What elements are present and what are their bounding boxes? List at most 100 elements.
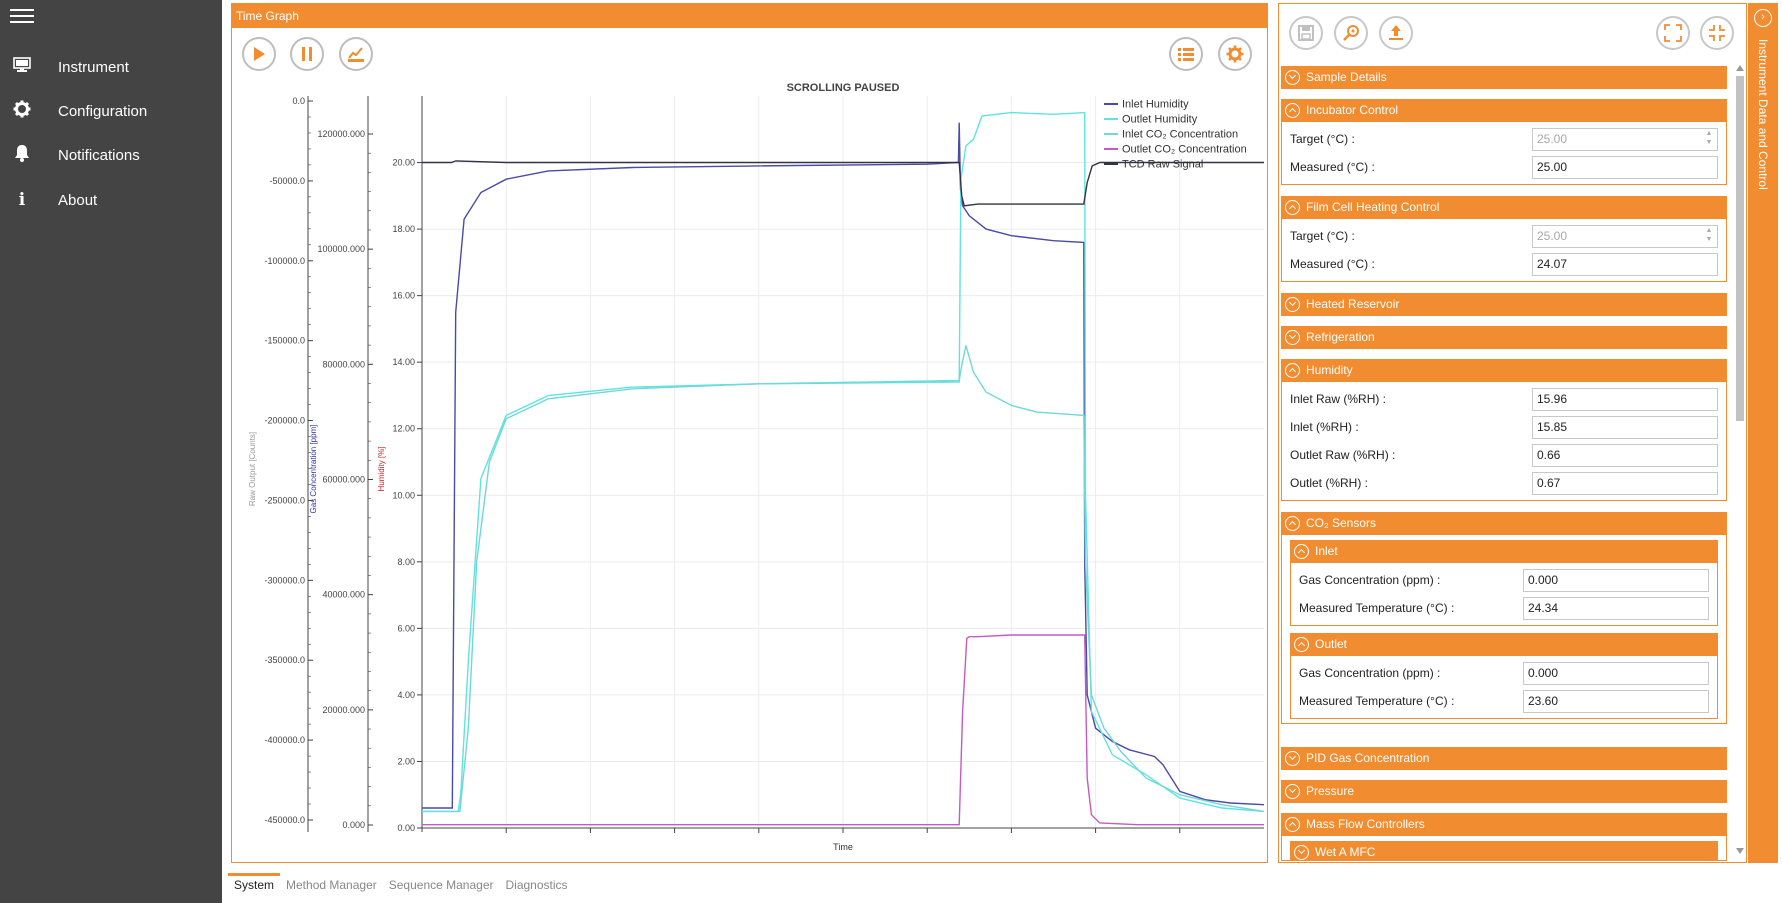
co2-outlet-gas-row: Gas Concentration (ppm) :0.000 xyxy=(1291,659,1717,687)
chevron-right-icon[interactable]: › xyxy=(1754,9,1772,27)
tab-method-manager[interactable]: Method Manager xyxy=(280,873,383,897)
section-header[interactable]: Heated Reservoir xyxy=(1281,293,1727,316)
section-heated-reservoir: Heated Reservoir xyxy=(1281,293,1727,316)
section-header[interactable]: Film Cell Heating Control xyxy=(1281,196,1727,219)
collapse-icon xyxy=(1709,25,1725,41)
section-header[interactable]: Pressure xyxy=(1281,780,1727,803)
tick-label: 100000.000 xyxy=(317,244,365,254)
section-header[interactable]: Sample Details xyxy=(1281,66,1727,89)
film-cell-target-input[interactable]: 25.00 ▲ ▼ xyxy=(1532,224,1718,248)
bell-icon xyxy=(10,144,34,167)
section-pressure: Pressure xyxy=(1281,780,1727,803)
collapse-all-button[interactable] xyxy=(1700,16,1734,50)
tick-label: 12.00 xyxy=(392,424,415,434)
legend-label: Inlet Humidity xyxy=(1122,99,1189,111)
tick-label: 8.00 xyxy=(397,557,415,567)
tick-label: 60000.000 xyxy=(322,475,365,485)
bottom-tab-bar: System Method Manager Sequence Manager D… xyxy=(228,873,574,897)
monitor-icon xyxy=(10,56,34,78)
tick-label: -450000.0 xyxy=(264,815,305,825)
incubator-target-input[interactable]: 25.00 ▲ ▼ xyxy=(1532,127,1718,151)
section-mass-flow-controllers: Mass Flow Controllers Wet A MFC xyxy=(1281,813,1727,861)
tick-label: 10.00 xyxy=(392,490,415,500)
time-graph-chart: SCROLLING PAUSED 0.0 -50000.0 -100000.0 -150… xyxy=(248,82,1265,852)
upload-icon xyxy=(1389,25,1403,40)
co2-outlet-temp-field: 23.60 xyxy=(1523,689,1709,713)
save-button[interactable] xyxy=(1289,16,1323,50)
section-header[interactable]: CO₂ Sensors xyxy=(1281,512,1727,535)
section-header[interactable]: Humidity xyxy=(1281,359,1727,382)
upload-button[interactable] xyxy=(1379,16,1413,50)
export-graph-button[interactable] xyxy=(339,37,373,71)
tick-label: 6.00 xyxy=(397,623,415,633)
incubator-target-row: Target (°C) : 25.00 ▲ ▼ xyxy=(1282,125,1726,153)
film-cell-measured-field: 24.07 xyxy=(1532,252,1718,276)
nav-item-configuration[interactable]: Configuration xyxy=(0,91,222,131)
list-view-button[interactable] xyxy=(1169,37,1203,71)
section-header[interactable]: Mass Flow Controllers xyxy=(1281,813,1727,836)
legend-label: TCD Raw Signal xyxy=(1122,159,1203,171)
section-co2-sensors: CO₂ Sensors Inlet Gas Concentration (ppm… xyxy=(1281,512,1727,724)
co2-inlet-gas-row: Gas Concentration (ppm) :0.000 xyxy=(1291,566,1717,594)
humidity-value-field: 15.96 xyxy=(1532,387,1718,411)
co2-outlet-gas-field: 0.000 xyxy=(1523,661,1709,685)
hamburger-menu-icon[interactable] xyxy=(10,6,34,24)
search-button[interactable] xyxy=(1334,16,1368,50)
nav-item-about[interactable]: i About xyxy=(0,180,222,220)
data-panel-scrollbar[interactable] xyxy=(1734,62,1746,858)
section-humidity: Humidity Inlet Raw (%RH) :15.96 Inlet (%… xyxy=(1281,359,1727,501)
sidebar: Instrument Configuration Notifications i… xyxy=(0,0,222,903)
tick-label: -250000.0 xyxy=(264,495,305,505)
tick-label: 40000.000 xyxy=(322,590,365,600)
search-icon xyxy=(1343,25,1359,41)
subsection-header[interactable]: Wet A MFC xyxy=(1290,841,1718,860)
incubator-measured-row: Measured (°C) : 25.00 xyxy=(1282,153,1726,181)
humidity-value-field: 15.85 xyxy=(1532,415,1718,439)
section-header[interactable]: PID Gas Concentration xyxy=(1281,747,1727,770)
section-incubator-control: Incubator Control Target (°C) : 25.00 ▲ ▼ … xyxy=(1281,99,1727,185)
chevron-up-icon xyxy=(1294,637,1309,652)
co2-inlet-temp-row: Measured Temperature (°C) :24.34 xyxy=(1291,594,1717,622)
tick-label: -150000.0 xyxy=(264,336,305,346)
nav-item-notifications[interactable]: Notifications xyxy=(0,135,222,175)
save-icon xyxy=(1298,25,1314,41)
chart-export-icon xyxy=(348,47,364,62)
legend-label: Outlet CO₂ Concentration xyxy=(1122,144,1247,156)
app-window: Instrument Configuration Notifications i… xyxy=(0,0,1782,903)
subsection-header[interactable]: Inlet xyxy=(1290,540,1718,563)
spinner-icon[interactable]: ▲ ▼ xyxy=(1704,129,1714,147)
instrument-data-tab[interactable]: › Instrument Data and Control xyxy=(1748,3,1778,863)
x-axis-title: Time xyxy=(833,842,853,852)
tick-label: -350000.0 xyxy=(264,655,305,665)
pause-button[interactable] xyxy=(290,37,324,71)
play-button[interactable] xyxy=(242,37,276,71)
nav-item-label: Configuration xyxy=(58,102,148,120)
section-pid-gas: PID Gas Concentration xyxy=(1281,747,1727,770)
tick-label: -100000.0 xyxy=(264,256,305,266)
spinner-icon[interactable]: ▲ ▼ xyxy=(1704,226,1714,244)
tab-sequence-manager[interactable]: Sequence Manager xyxy=(383,873,500,897)
gear-icon xyxy=(1226,45,1244,63)
panel-title: Time Graph xyxy=(232,4,1267,28)
tick-label: 20.00 xyxy=(392,158,415,168)
section-header[interactable]: Refrigeration xyxy=(1281,326,1727,349)
tick-label: 120000.000 xyxy=(317,129,365,139)
y-axis-title-gas: Gas Concentration [ppm] xyxy=(309,425,318,514)
section-film-cell-heating: Film Cell Heating Control Target (°C) : … xyxy=(1281,196,1727,282)
chevron-down-icon xyxy=(1285,297,1300,312)
y-axis-title-raw: Raw Output [Counts] xyxy=(248,432,257,506)
scrollbar-thumb[interactable] xyxy=(1736,76,1744,421)
section-header[interactable]: Incubator Control xyxy=(1281,99,1727,122)
section-refrigeration: Refrigeration xyxy=(1281,326,1727,349)
tab-system[interactable]: System xyxy=(228,873,281,897)
tab-diagnostics[interactable]: Diagnostics xyxy=(500,873,574,897)
graph-settings-button[interactable] xyxy=(1218,37,1252,71)
humidity-row: Inlet Raw (%RH) :15.96 xyxy=(1282,385,1726,413)
subsection-header[interactable]: Outlet xyxy=(1290,633,1718,656)
expand-all-button[interactable] xyxy=(1656,16,1690,50)
legend-label: Outlet Humidity xyxy=(1122,114,1198,126)
tick-label: 20000.000 xyxy=(322,705,365,715)
tick-label: 80000.000 xyxy=(322,359,365,369)
nav-item-instrument[interactable]: Instrument xyxy=(0,47,222,87)
tick-label: 18.00 xyxy=(392,224,415,234)
